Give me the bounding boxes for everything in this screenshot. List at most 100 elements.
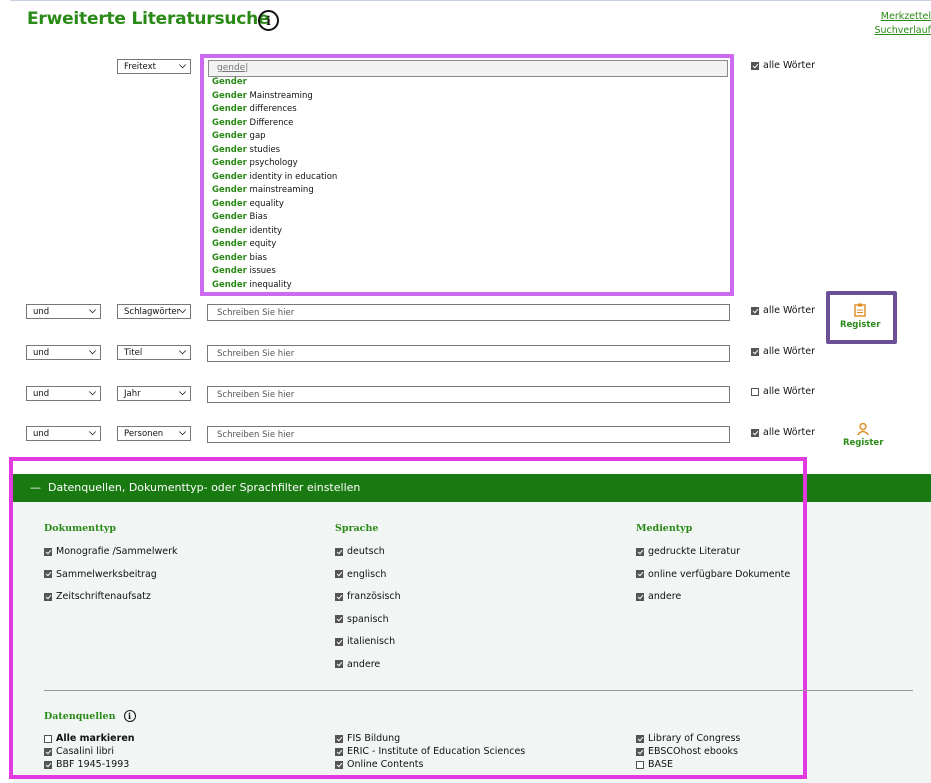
checkbox-icon — [636, 760, 644, 769]
suggestion-item[interactable]: Gender inequality — [212, 279, 337, 293]
field-select-freitext[interactable]: Freitext ⌵ — [117, 59, 191, 74]
filter-checkbox-item[interactable]: Monografie /Sammelwerk — [44, 546, 178, 557]
checkbox-icon — [636, 734, 644, 743]
filter-checkbox-label: Sammelwerksbeitrag — [56, 568, 157, 580]
filter-checkbox-item[interactable]: französisch — [335, 591, 401, 602]
filter-checkbox-item[interactable]: online verfügbare Dokumente — [636, 569, 790, 580]
suggestion-item[interactable]: Gender differences — [212, 103, 337, 117]
field-select-schlagwoerter[interactable]: Schlagwörter ⌵ — [117, 304, 191, 319]
suggestion-item[interactable]: Gender Mainstreaming — [212, 90, 337, 104]
chevron-down-icon: ⌵ — [179, 347, 186, 357]
suggestion-match: Gender — [212, 185, 247, 195]
filter-checkbox-label: Monografie /Sammelwerk — [56, 546, 178, 557]
all-words-checkbox-5[interactable]: alle Wörter — [751, 427, 815, 438]
suggestion-match: Gender — [212, 198, 247, 209]
filter-checkbox-item[interactable]: FIS Bildung — [335, 733, 400, 744]
search-input-jahr[interactable]: Schreiben Sie hier — [207, 386, 730, 403]
filter-checkbox-item[interactable]: Online Contents — [335, 759, 423, 770]
checkbox-icon — [335, 592, 343, 601]
all-words-checkbox-2[interactable]: alle Wörter — [751, 305, 815, 316]
suggestion-item[interactable]: Gender bias — [212, 252, 337, 266]
suggestion-item[interactable]: Gender studies — [212, 144, 337, 158]
filter-checkbox-item[interactable]: ERIC - Institute of Education Sciences — [335, 746, 525, 757]
filter-checkbox-item[interactable]: Alle markieren — [44, 733, 135, 744]
suggestion-item[interactable]: Gender Difference — [212, 117, 337, 131]
filter-panel-highlight — [9, 457, 807, 779]
suggestion-item[interactable]: Gender equality — [212, 198, 337, 212]
operator-select-5[interactable]: und ⌵ — [26, 426, 101, 441]
all-words-checkbox-1[interactable]: alle Wörter — [751, 60, 815, 71]
field-select-titel[interactable]: Titel ⌵ — [117, 345, 191, 360]
all-words-label: alle Wörter — [763, 427, 815, 438]
filter-checkbox-item[interactable]: BASE — [636, 759, 673, 770]
checkbox-icon — [335, 615, 343, 623]
filter-checkbox-item[interactable]: gedruckte Literatur — [636, 546, 740, 557]
search-input-freitext[interactable]: gende| — [208, 60, 728, 77]
filter-checkbox-item[interactable]: deutsch — [335, 546, 385, 557]
chevron-down-icon: ⌵ — [89, 306, 96, 316]
register-label: Register — [843, 438, 884, 448]
checkbox-icon — [44, 547, 52, 556]
register-button-personen[interactable]: Register — [843, 422, 884, 448]
filter-checkbox-item[interactable]: Library of Congress — [636, 733, 740, 744]
suggestion-item[interactable]: Gender psychology — [212, 157, 337, 171]
suggestion-item[interactable]: Gender issues — [212, 265, 337, 279]
suchverlauf-link[interactable]: Suchverlauf — [875, 24, 931, 38]
checkbox-icon — [335, 637, 343, 646]
filter-checkbox-item[interactable]: Casalini libri — [44, 746, 114, 757]
filter-checkbox-item[interactable]: italienisch — [335, 636, 395, 647]
search-input-titel[interactable]: Schreiben Sie hier — [207, 345, 730, 362]
suggestion-match: Gender — [212, 171, 247, 182]
suggestion-item[interactable]: Gender Bias — [212, 211, 337, 225]
filter-checkbox-item[interactable]: EBSCOhost ebooks — [636, 746, 738, 757]
suggestion-item[interactable]: Gender mainstreaming — [212, 184, 337, 198]
chevron-down-icon: ⌵ — [89, 347, 96, 357]
suggestion-item[interactable]: Gender identity in education — [212, 171, 337, 185]
search-input-personen[interactable]: Schreiben Sie hier — [207, 426, 730, 443]
filter-checkbox-item[interactable]: andere — [636, 591, 681, 602]
info-icon[interactable]: i — [123, 710, 136, 722]
suggestion-match: Gender — [212, 144, 247, 155]
checkbox-icon — [636, 547, 644, 556]
person-icon — [857, 422, 870, 436]
register-button-schlagwoerter[interactable]: Register — [840, 303, 880, 330]
suggestion-item[interactable]: Gender equity — [212, 238, 337, 252]
suggestion-item[interactable]: Gender identity — [212, 225, 337, 239]
section-divider — [44, 690, 913, 691]
suggestion-match: Gender — [212, 266, 247, 276]
field-select-personen[interactable]: Personen ⌵ — [117, 426, 191, 441]
filter-checkbox-label: gedruckte Literatur — [648, 546, 741, 557]
all-words-checkbox-4[interactable]: alle Wörter — [751, 386, 815, 397]
filter-checkbox-item[interactable]: englisch — [335, 569, 386, 580]
operator-select-4[interactable]: und ⌵ — [26, 386, 101, 401]
filter-checkbox-item[interactable]: andere — [335, 659, 380, 670]
info-icon[interactable]: i — [258, 10, 279, 31]
filter-checkbox-label: BBF 1945-1993 — [56, 759, 130, 770]
all-words-checkbox-3[interactable]: alle Wörter — [751, 346, 815, 357]
filter-checkbox-label: französisch — [347, 591, 401, 602]
merkzettel-link[interactable]: Merkzettel — [875, 10, 931, 24]
operator-select-3[interactable]: und ⌵ — [26, 345, 101, 360]
suggestion-match: Gender — [212, 77, 247, 87]
suggestion-match: Gender — [212, 252, 247, 263]
filter-checkbox-item[interactable]: Zeitschriftenaufsatz — [44, 591, 151, 602]
filter-checkbox-item[interactable]: BBF 1945-1993 — [44, 759, 129, 770]
search-input-schlagwoerter[interactable]: Schreiben Sie hier — [207, 304, 730, 321]
datenquellen-heading: Datenquellen i — [44, 710, 136, 722]
all-words-label: alle Wörter — [763, 386, 815, 397]
suggestion-item[interactable]: Gender — [212, 76, 337, 90]
operator-label: und — [33, 429, 50, 439]
checkbox-icon — [751, 387, 759, 396]
filter-checkbox-label: andere — [347, 658, 381, 670]
operator-select-2[interactable]: und ⌵ — [26, 304, 101, 319]
suggestion-rest: equality — [246, 198, 284, 209]
suggestion-rest: bias — [246, 252, 267, 263]
field-select-jahr[interactable]: Jahr ⌵ — [117, 386, 191, 401]
checkbox-icon — [335, 570, 343, 578]
filter-checkbox-item[interactable]: Sammelwerksbeitrag — [44, 569, 157, 580]
suggestion-match: Gender — [212, 117, 247, 128]
suggestion-item[interactable]: Gender gap — [212, 130, 337, 144]
filter-checkbox-item[interactable]: spanisch — [335, 614, 389, 625]
field-select-label: Personen — [124, 429, 164, 439]
filter-checkbox-label: deutsch — [347, 546, 385, 557]
